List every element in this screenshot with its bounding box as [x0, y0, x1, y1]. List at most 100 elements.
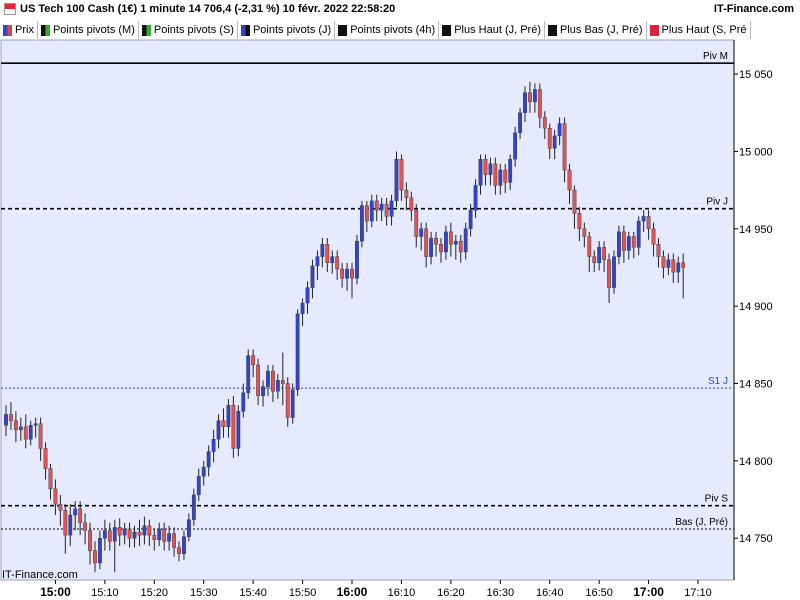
candle-body: [537, 89, 542, 118]
candle-body: [251, 355, 256, 366]
candle-body: [468, 210, 473, 229]
candle-body: [676, 262, 681, 273]
candle-body: [13, 420, 18, 431]
candle-body: [98, 538, 102, 564]
candle-body: [444, 231, 448, 253]
candle-body: [231, 404, 236, 449]
x-tick-label: 16:00: [337, 585, 368, 599]
candle-body: [621, 231, 626, 251]
candle-body: [508, 158, 513, 183]
candle-body: [256, 364, 260, 397]
candle-body: [63, 510, 68, 536]
candle-body: [241, 392, 246, 412]
candle-body: [132, 531, 137, 539]
candle-body: [157, 528, 162, 540]
candle-body: [305, 287, 310, 304]
candle-body: [473, 185, 478, 211]
candle-body: [429, 237, 433, 257]
candle-body: [53, 488, 58, 505]
candle-body: [631, 236, 636, 248]
candle-body: [48, 468, 53, 489]
candle-body: [612, 256, 616, 288]
level-label: Piv J: [706, 197, 728, 208]
candle-body: [320, 244, 325, 257]
candle-body: [607, 259, 611, 288]
level-label: Piv M: [703, 51, 728, 62]
watermark: IT-Finance.com: [2, 569, 78, 581]
candle-body: [335, 256, 340, 270]
candle-body: [315, 256, 320, 267]
candle-body: [340, 268, 345, 279]
y-tick-label: 14 850: [739, 378, 773, 390]
candle-body: [102, 530, 107, 539]
candle-body: [167, 533, 172, 542]
candle-body: [18, 426, 23, 431]
candle-body: [330, 256, 335, 264]
candle-body: [355, 240, 359, 279]
candle-body: [424, 228, 429, 257]
candle-body: [641, 216, 646, 222]
candle-body: [592, 256, 597, 264]
candle-body: [236, 411, 241, 449]
candle-body: [577, 213, 582, 229]
candle-body: [434, 237, 438, 245]
candle-body: [127, 528, 132, 539]
candle-body: [587, 236, 592, 257]
candle-body: [533, 89, 537, 103]
candle-body: [275, 380, 280, 392]
candle-body: [285, 383, 290, 418]
candle-body: [93, 550, 97, 564]
x-tick-label: 17:10: [684, 587, 712, 599]
candle-body: [528, 92, 532, 103]
x-tick-label: 16:10: [388, 587, 416, 599]
candle-body: [147, 525, 152, 536]
candle-body: [88, 530, 92, 551]
candle-body: [43, 448, 48, 469]
candle-body: [345, 268, 349, 279]
candle-body: [523, 92, 527, 113]
candle-body: [483, 158, 488, 175]
candle-body: [513, 132, 518, 160]
candle-body: [478, 158, 483, 186]
x-tick-label: 16:50: [585, 587, 613, 599]
candle-body: [651, 228, 656, 245]
candle-body: [636, 220, 641, 248]
candle-body: [493, 163, 498, 186]
price-chart[interactable]: 14 750 14 800 14 850 14 900 14 950 15 000 15 0…: [0, 0, 800, 600]
candle-body: [38, 423, 43, 449]
x-tick-label: 15:30: [190, 587, 218, 599]
candle-body: [399, 158, 404, 191]
candle-body: [83, 522, 87, 531]
candle-body: [122, 528, 127, 536]
x-tick-label: 15:10: [91, 587, 119, 599]
candle-body: [602, 247, 607, 260]
candle-body: [112, 527, 117, 542]
candle-body: [107, 530, 112, 542]
y-tick-label: 14 900: [739, 301, 773, 313]
x-tick-label: 15:20: [141, 587, 169, 599]
candle-body: [300, 302, 305, 315]
candle-body: [419, 228, 424, 237]
candle-body: [177, 547, 181, 554]
candle-body: [23, 426, 28, 440]
candle-body: [216, 420, 221, 440]
candle-body: [572, 189, 577, 214]
candle-body: [453, 240, 458, 245]
candle-body: [359, 205, 364, 242]
candle-body: [364, 205, 369, 222]
candle-body: [78, 508, 83, 523]
candle-body: [626, 236, 631, 251]
candle-body: [271, 370, 275, 392]
candle-body: [448, 231, 453, 245]
x-tick-label: 16:40: [536, 587, 564, 599]
candle-body: [542, 117, 547, 129]
candle-body: [503, 169, 508, 183]
candle-body: [117, 527, 122, 536]
plot-area[interactable]: [0, 39, 735, 581]
candle-body: [439, 244, 443, 253]
candle-body: [404, 189, 409, 199]
candle-body: [582, 228, 587, 237]
candle-body: [518, 112, 522, 134]
candle-body: [384, 203, 389, 217]
candle-body: [656, 244, 661, 257]
